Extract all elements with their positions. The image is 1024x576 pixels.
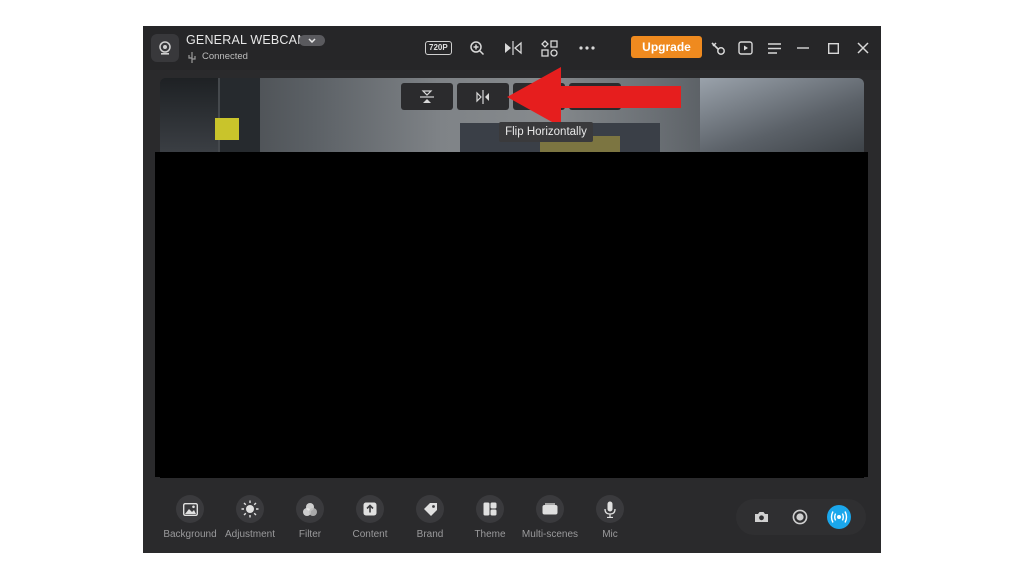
camera-icon <box>754 512 768 522</box>
multi-scenes-label: Multi-scenes <box>521 529 579 540</box>
menu-icon <box>767 42 781 54</box>
tools-icon <box>710 41 725 55</box>
content-label: Content <box>352 529 388 540</box>
title-bar: GENERAL WEBCAM Connected 720P Upgrade <box>143 26 881 70</box>
multi-scenes-tool[interactable]: Multi-scenes <box>518 495 582 540</box>
recordings-button[interactable] <box>736 37 754 59</box>
live-stream-button[interactable] <box>827 505 851 529</box>
connection-status: Connected <box>202 51 248 62</box>
zoom-in-icon <box>470 41 485 56</box>
more-horizontal-icon <box>579 46 595 50</box>
redacted-area <box>155 152 868 477</box>
filter-tool[interactable]: Filter <box>278 495 342 540</box>
usb-icon <box>188 52 196 63</box>
brightness-icon <box>241 500 259 518</box>
scenes-icon <box>542 503 558 515</box>
apps-icon <box>540 39 558 57</box>
filter-icon <box>303 502 317 516</box>
flip-vertical-icon <box>420 89 434 103</box>
broadcast-icon <box>830 511 848 523</box>
flip-horizontally-tooltip: Flip Horizontally <box>499 122 593 142</box>
adjustment-tool[interactable]: Adjustment <box>218 495 282 540</box>
filter-label: Filter <box>298 529 322 540</box>
flip-icon <box>505 41 522 55</box>
tag-icon <box>423 502 437 516</box>
mic-tool[interactable]: Mic <box>578 495 642 540</box>
app-window: GENERAL WEBCAM Connected 720P Upgrade Fl… <box>143 26 881 553</box>
background-tool[interactable]: Background <box>158 495 222 540</box>
close-button[interactable] <box>854 37 872 59</box>
tools-button[interactable] <box>709 37 727 59</box>
layout-icon <box>483 502 497 516</box>
annotation-arrow <box>507 67 681 127</box>
flip-horizontal-icon <box>476 89 489 104</box>
content-tool[interactable]: Content <box>338 495 402 540</box>
chevron-down-icon <box>308 38 316 43</box>
zoom-button[interactable] <box>467 37 487 59</box>
maximize-button[interactable] <box>824 37 842 59</box>
snapshot-button[interactable] <box>749 505 773 529</box>
more-button[interactable] <box>577 37 597 59</box>
minimize-icon <box>797 47 809 49</box>
upgrade-button[interactable]: Upgrade <box>631 36 702 58</box>
theme-tool[interactable]: Theme <box>458 495 522 540</box>
camera-name: GENERAL WEBCAM <box>186 33 308 47</box>
resolution-button[interactable]: 720P <box>425 37 452 59</box>
minimize-button[interactable] <box>794 37 812 59</box>
record-icon <box>792 509 808 525</box>
apps-button[interactable] <box>539 37 559 59</box>
upload-icon <box>363 502 377 516</box>
adjustment-label: Adjustment <box>224 529 276 540</box>
play-video-icon <box>737 41 753 55</box>
brand-tool[interactable]: Brand <box>398 495 462 540</box>
flip-vertically-button[interactable] <box>401 83 453 110</box>
brand-label: Brand <box>416 529 444 540</box>
maximize-icon <box>827 42 839 54</box>
theme-label: Theme <box>474 529 506 540</box>
background-label: Background <box>163 529 217 540</box>
resolution-badge: 720P <box>425 41 452 55</box>
menu-button[interactable] <box>765 37 783 59</box>
close-icon <box>857 42 869 54</box>
mic-label: Mic <box>602 529 618 540</box>
mirror-button[interactable] <box>503 37 523 59</box>
mic-icon <box>604 501 616 518</box>
camera-dropdown-button[interactable] <box>299 35 325 46</box>
record-button[interactable] <box>788 505 812 529</box>
webcam-icon[interactable] <box>151 34 179 62</box>
image-icon <box>182 502 198 516</box>
capture-controls <box>736 499 866 535</box>
